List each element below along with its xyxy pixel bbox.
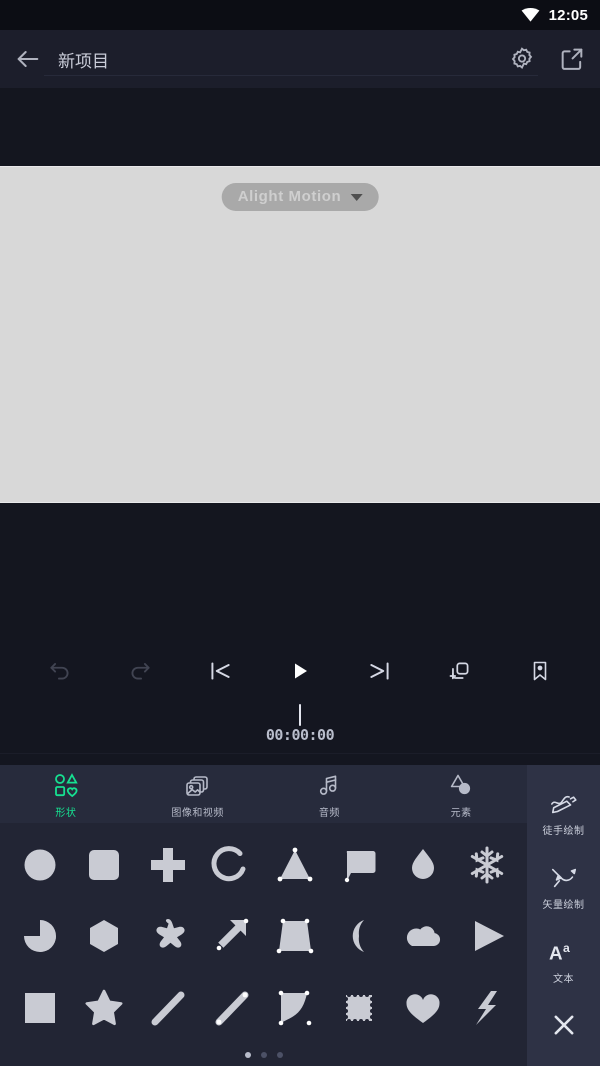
freehand-draw-icon — [549, 791, 579, 817]
shape-grid — [0, 823, 527, 1044]
timeline-ruler[interactable]: 00:00:00 — [0, 702, 600, 754]
wifi-icon — [521, 8, 540, 22]
shape-snowflake[interactable] — [459, 837, 515, 893]
shape-pie[interactable] — [12, 908, 68, 964]
tab-shapes[interactable]: 形状 — [0, 770, 132, 819]
page-dot-1[interactable] — [244, 1052, 251, 1058]
side-item-text[interactable]: A a 文本 — [548, 925, 580, 999]
page-dot-2[interactable] — [260, 1052, 267, 1058]
shape-arc[interactable] — [204, 837, 260, 893]
shape-stamp[interactable] — [331, 980, 387, 1036]
shape-crescent-moon[interactable] — [331, 908, 387, 964]
close-panel-button[interactable] — [527, 999, 600, 1066]
skip-to-start-button[interactable] — [203, 654, 237, 688]
page-indicator — [0, 1044, 527, 1066]
duplicate-layer-icon[interactable] — [443, 654, 477, 688]
shape-arrow[interactable] — [204, 908, 260, 964]
shape-square[interactable] — [12, 980, 68, 1036]
side-item-vector-draw[interactable]: 矢量绘制 — [543, 851, 585, 925]
back-arrow-icon[interactable] — [14, 45, 42, 73]
transport-bar — [0, 640, 600, 702]
shape-cloud[interactable] — [395, 908, 451, 964]
watermark-label: Alight Motion — [237, 188, 342, 205]
side-item-freehand-label: 徒手绘制 — [542, 826, 585, 837]
shape-trapezoid[interactable] — [267, 908, 323, 964]
media-icon — [183, 770, 213, 800]
shape-triangle[interactable] — [267, 837, 323, 893]
status-bar: 12:05 — [0, 0, 600, 30]
project-canvas[interactable]: Alight Motion — [0, 166, 600, 503]
shape-line-segment[interactable] — [204, 980, 260, 1036]
side-item-text-label: 文本 — [553, 974, 574, 985]
chevron-down-icon[interactable] — [350, 194, 363, 201]
shape-heart[interactable] — [395, 980, 451, 1036]
svg-text:A: A — [548, 943, 562, 964]
side-item-freehand-draw[interactable]: 徒手绘制 — [543, 777, 585, 851]
shape-speech-bubble[interactable] — [331, 837, 387, 893]
skip-to-end-button[interactable] — [363, 654, 397, 688]
bookmark-icon[interactable] — [523, 654, 557, 688]
text-aa-icon: A a — [548, 939, 580, 965]
playhead-marker[interactable] — [299, 704, 301, 726]
bottom-panel: 形状 图像和视频 音频 元素 徒手绘制 矢量绘制 A a 文本 — [0, 765, 600, 1066]
vector-draw-icon — [549, 865, 579, 891]
shape-droplet[interactable] — [395, 837, 451, 893]
preview-area[interactable]: Alight Motion — [0, 88, 600, 640]
elements-icon — [446, 770, 476, 800]
tab-media[interactable]: 图像和视频 — [132, 770, 264, 819]
watermark-badge[interactable]: Alight Motion — [221, 183, 379, 211]
app-root: 12:05 新项目 Alight Motion 00:00:00 形状 图像和视… — [0, 0, 600, 1066]
app-bar-actions — [508, 45, 586, 73]
tab-audio[interactable]: 音频 — [264, 770, 396, 819]
shape-hexagon[interactable] — [76, 908, 132, 964]
tab-elements-label: 元素 — [450, 807, 472, 819]
shape-cross[interactable] — [140, 837, 196, 893]
audio-note-icon — [314, 770, 344, 800]
export-icon[interactable] — [558, 45, 586, 73]
side-rail: 徒手绘制 矢量绘制 A a 文本 — [527, 765, 600, 1066]
tab-audio-label: 音频 — [318, 807, 340, 819]
tab-elements[interactable]: 元素 — [395, 770, 527, 819]
panel-tabs: 形状 图像和视频 音频 元素 — [0, 765, 527, 823]
shapes-icon — [51, 770, 81, 800]
play-button[interactable] — [283, 654, 317, 688]
status-time: 12:05 — [548, 6, 588, 24]
gear-icon[interactable] — [508, 45, 536, 73]
side-item-vector-label: 矢量绘制 — [542, 900, 585, 911]
project-title-field[interactable]: 新项目 — [58, 47, 508, 72]
shape-flower-star[interactable] — [140, 908, 196, 964]
shape-rounded-square[interactable] — [76, 837, 132, 893]
app-bar: 新项目 — [0, 30, 600, 88]
tab-shapes-label: 形状 — [55, 807, 77, 819]
timeline-divider — [0, 753, 600, 754]
shape-star[interactable] — [76, 980, 132, 1036]
panel-main: 形状 图像和视频 音频 元素 — [0, 765, 527, 1066]
shape-lightning-bolt[interactable] — [459, 980, 515, 1036]
timecode-display: 00:00:00 — [265, 726, 335, 744]
svg-text:a: a — [563, 941, 570, 955]
shape-play-triangle[interactable] — [459, 908, 515, 964]
undo-button[interactable] — [43, 654, 77, 688]
shape-thick-line[interactable] — [140, 980, 196, 1036]
shape-curved-corner[interactable] — [267, 980, 323, 1036]
redo-button[interactable] — [123, 654, 157, 688]
tab-media-label: 图像和视频 — [171, 807, 224, 819]
page-dot-3[interactable] — [276, 1052, 283, 1058]
title-underline — [44, 75, 538, 76]
close-icon — [550, 1011, 578, 1039]
shape-circle[interactable] — [12, 837, 68, 893]
